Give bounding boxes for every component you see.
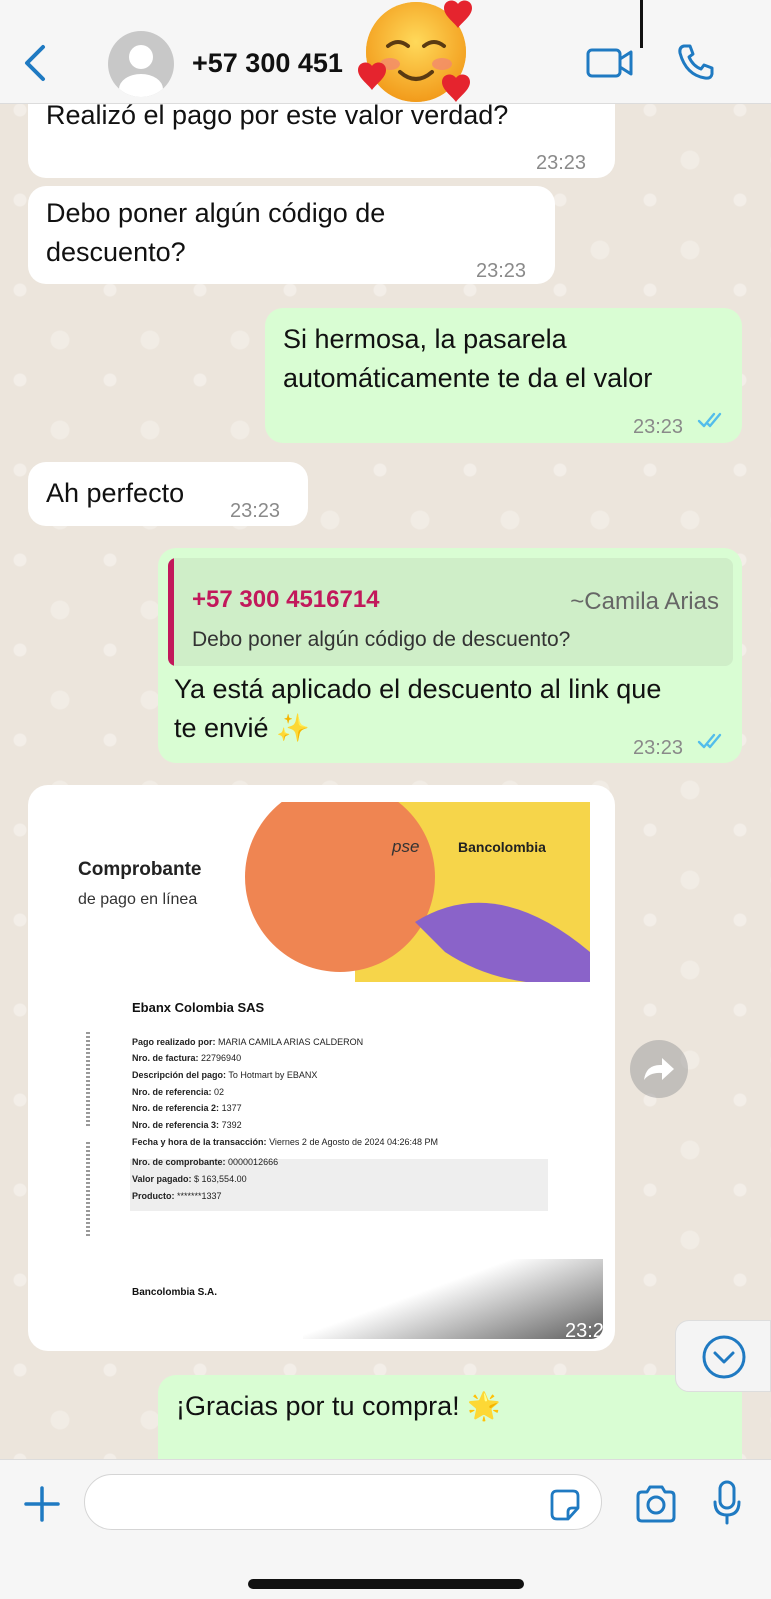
receipt-field: Fecha y hora de la transacción: Viernes …: [132, 1137, 439, 1147]
plus-icon[interactable]: [22, 1484, 62, 1524]
receipt-field: Producto: *******1337: [132, 1191, 222, 1201]
read-receipt-icon: [697, 412, 722, 428]
receipt-side-marks: [86, 1032, 90, 1127]
sticker-icon[interactable]: [548, 1488, 582, 1522]
receipt-company: Ebanx Colombia SAS: [132, 1000, 265, 1015]
quote-alias: ~Camila Arias: [570, 588, 719, 615]
receipt-title: Comprobante: [78, 859, 202, 880]
message-time: 23:27: [565, 1320, 603, 1339]
message-text: ¡Gracias por tu compra! 🌟: [176, 1391, 501, 1421]
message-time: 23:23: [536, 152, 587, 174]
quote-accent-bar: [168, 558, 174, 666]
camera-icon[interactable]: [634, 1484, 678, 1524]
quote-sender: +57 300 4516714: [192, 586, 380, 613]
receipt-field: Nro. de factura: 22796940: [132, 1053, 242, 1063]
receipt-subtitle: de pago en línea: [78, 891, 198, 908]
receipt-field: Nro. de referencia 2: 1377: [132, 1103, 242, 1113]
receipt-field: Descripción del pago: To Hotmart by EBAN…: [132, 1070, 318, 1080]
message-text: Ah perfecto: [46, 478, 185, 508]
message-outgoing-reply[interactable]: +57 300 4516714 ~Camila Arias Debo poner…: [158, 548, 742, 763]
receipt-footer: Bancolombia S.A.: [132, 1287, 218, 1298]
message-time: 23:23: [633, 737, 684, 759]
message-time: 23:23: [230, 500, 281, 522]
scroll-to-bottom-button[interactable]: [675, 1320, 771, 1392]
microphone-icon[interactable]: [712, 1480, 742, 1526]
receipt-side-marks: [86, 1142, 90, 1237]
message-time: 23:23: [633, 416, 684, 438]
message-incoming-image[interactable]: pse Bancolombia Comprobante de pago en l…: [28, 785, 615, 1351]
voice-call-icon[interactable]: [676, 42, 716, 82]
receipt-header-graphic: [245, 802, 590, 982]
message-time: 23:23: [476, 260, 527, 282]
default-avatar-icon: [119, 45, 163, 97]
chevron-down-circle-icon: [702, 1335, 746, 1379]
video-call-icon[interactable]: [586, 44, 634, 80]
receipt-field: Nro. de referencia: 02: [132, 1087, 225, 1097]
receipt-field: Nro. de referencia 3: 7392: [132, 1120, 242, 1130]
message-text: Debo poner algún código de descuento?: [46, 198, 386, 267]
receipt-field: Nro. de comprobante: 0000012666: [132, 1157, 279, 1167]
message-incoming[interactable]: Debo poner algún código de descuento? 23…: [28, 186, 555, 284]
back-chevron-icon[interactable]: [22, 44, 48, 82]
bancolombia-logo: Bancolombia: [458, 839, 546, 855]
message-text: Ya está aplicado el descuento al link qu…: [174, 674, 662, 743]
quoted-message[interactable]: +57 300 4516714 ~Camila Arias Debo poner…: [168, 558, 733, 666]
chat-header: +57 300 451: [0, 0, 771, 104]
pse-logo: pse: [392, 837, 420, 856]
text-cursor: [640, 0, 643, 48]
forward-button[interactable]: [630, 1040, 688, 1098]
smiling-face-with-hearts-emoji: [358, 0, 472, 102]
message-input[interactable]: [84, 1474, 602, 1530]
message-composer: [0, 1459, 771, 1599]
receipt-field: Pago realizado por: MARIA CAMILA ARIAS C…: [132, 1037, 364, 1047]
forward-arrow-icon: [644, 1058, 674, 1080]
contact-name[interactable]: +57 300 451: [192, 48, 343, 79]
receipt-field: Valor pagado: $ 163,554.00: [132, 1174, 247, 1184]
home-indicator: [248, 1579, 524, 1589]
read-receipt-icon: [697, 733, 722, 749]
quote-text: Debo poner algún código de descuento?: [192, 628, 571, 651]
message-outgoing[interactable]: Si hermosa, la pasarela automáticamente …: [265, 308, 742, 443]
message-incoming[interactable]: Ah perfecto 23:23: [28, 462, 308, 526]
contact-avatar[interactable]: [108, 31, 174, 97]
message-text: Si hermosa, la pasarela automáticamente …: [283, 324, 653, 393]
receipt-image[interactable]: pse Bancolombia Comprobante de pago en l…: [40, 797, 603, 1339]
image-shade: [303, 1259, 603, 1339]
